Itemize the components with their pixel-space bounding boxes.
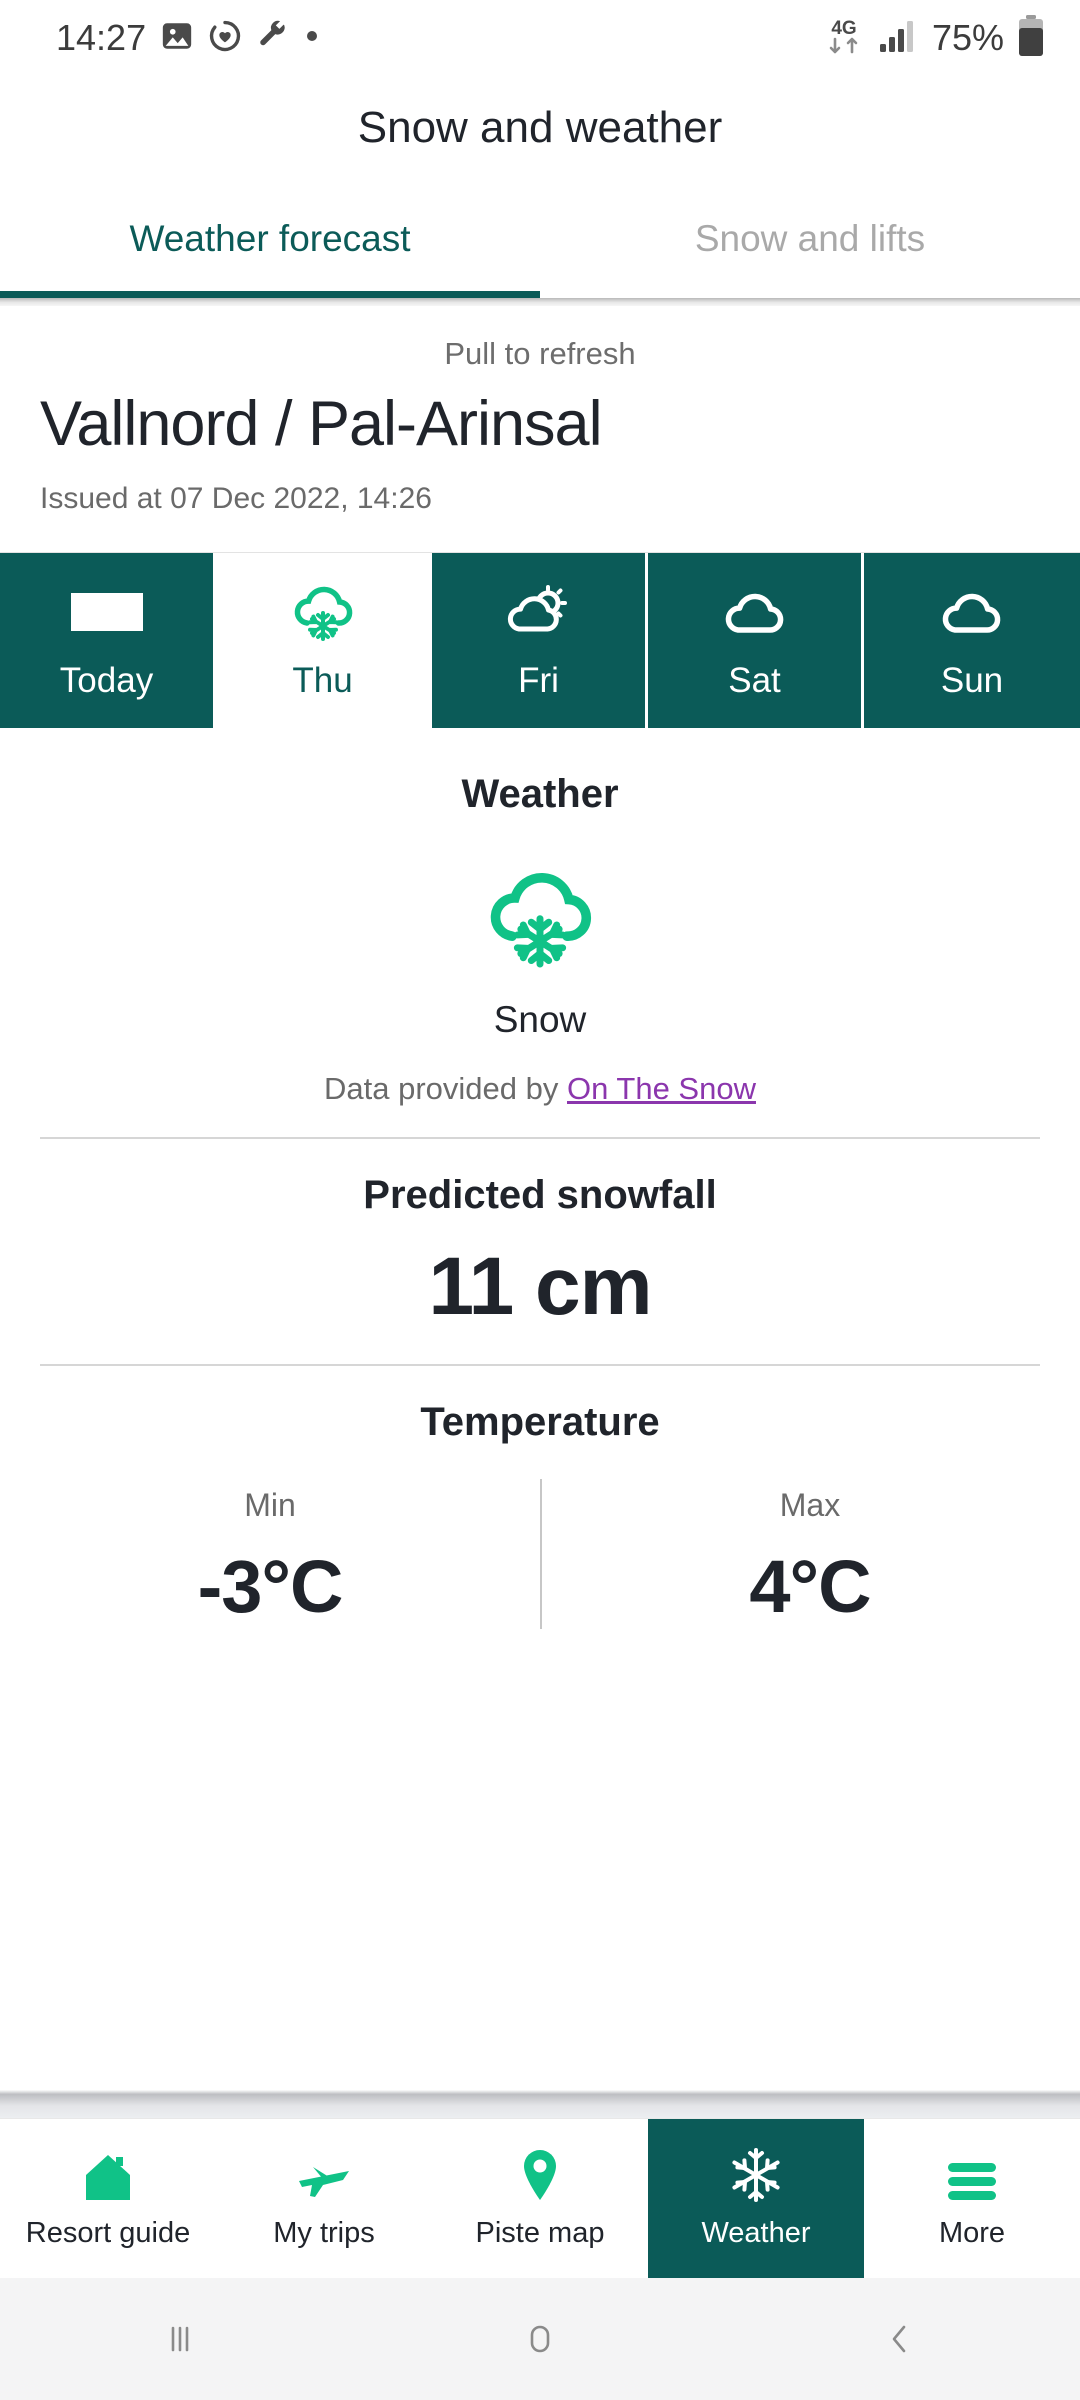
battery-icon [1016,14,1046,63]
content-bottom-shadow [0,2074,1080,2118]
svg-text:4G: 4G [831,18,856,39]
day-tab-fri[interactable]: Fri [432,553,648,728]
snowfall-value: 11 cm [428,1241,653,1332]
temperature-divider [540,1479,542,1629]
weather-heading: Weather [461,772,619,816]
nav-item-more[interactable]: More [864,2119,1080,2278]
image-icon [160,19,194,58]
house-icon [80,2147,136,2203]
day-tab-sun-label: Sun [940,660,1004,700]
data-attribution: Data provided by On The Snow [0,1071,1080,1107]
tab-weather-forecast-label: Weather forecast [129,218,411,259]
day-tab-sat-label: Sat [728,660,781,700]
issued-timestamp: Issued at 07 Dec 2022, 14:26 [40,482,432,515]
temperature-min: Min -3°C [0,1479,540,1699]
status-bar-right: 4G 75% [822,12,1046,65]
nav-item-piste-map-label: Piste map [475,2217,605,2249]
nav-item-weather[interactable]: Weather [648,2119,864,2278]
scroll-content[interactable]: Pull to refresh Vallnord / Pal-Arinsal I… [0,306,1080,2118]
home-icon[interactable] [465,2278,615,2400]
snow-cloud-icon [0,863,1080,971]
temperature-max-value: 4°C [749,1545,871,1628]
temperature-grid: Min -3°C Max 4°C [0,1479,1080,1699]
heart-refresh-icon [208,19,242,58]
day-tab-today[interactable]: Today [0,553,216,728]
system-navigation-bar [0,2278,1080,2400]
map-pin-icon [518,2147,562,2203]
hamburger-icon [944,2147,1000,2203]
nav-item-more-label: More [938,2217,1006,2249]
nav-item-resort-guide[interactable]: Resort guide [0,2119,216,2278]
status-bar-left: 14:27 [56,17,320,59]
temperature-section: Temperature Min -3°C Max 4°C [0,1366,1080,1699]
status-clock: 14:27 [56,17,147,58]
day-tab-fri-label: Fri [518,660,559,700]
bottom-navigation: Resort guide My trips Piste map Weather … [0,2118,1080,2278]
phone-screen: 14:27 4G 75% Snow and weather Weather fo… [0,0,1080,2400]
attribution-prefix: Data provided by [324,1071,567,1106]
snow-cloud-icon [290,581,356,643]
page-title: Snow and weather [357,103,723,152]
tab-weather-forecast[interactable]: Weather forecast [0,180,540,298]
placeholder-rect-icon [70,581,143,643]
tab-snow-and-lifts[interactable]: Snow and lifts [540,180,1080,298]
nav-item-piste-map[interactable]: Piste map [432,2119,648,2278]
temperature-max-label: Max [779,1487,841,1523]
snowflake-icon [729,2147,783,2203]
plane-icon [295,2147,353,2203]
nav-item-my-trips[interactable]: My trips [216,2119,432,2278]
day-tab-sat[interactable]: Sat [648,553,864,728]
day-selector: Today Thu Fri Sat Sun [0,552,1080,728]
temperature-max: Max 4°C [540,1479,1080,1699]
app-bar: Snow and weather [0,76,1080,180]
resort-name: Vallnord / Pal-Arinsal [40,389,603,459]
pull-to-refresh-label: Pull to refresh [444,336,636,371]
nav-item-resort-guide-label: Resort guide [25,2217,191,2249]
tab-snow-and-lifts-label: Snow and lifts [694,218,926,259]
tab-bar: Weather forecast Snow and lifts [0,180,1080,298]
on-the-snow-link[interactable]: On The Snow [567,1071,756,1106]
weather-condition-label: Snow [493,999,587,1040]
back-icon[interactable] [825,2278,975,2400]
wrench-icon [256,19,290,58]
day-tab-today-label: Today [59,660,154,700]
tab-bar-shadow [0,298,1080,306]
recents-icon[interactable] [105,2278,255,2400]
snowfall-section: Predicted snowfall 11 cm [0,1139,1080,1334]
snowfall-heading: Predicted snowfall [363,1173,717,1217]
day-tab-thu-label: Thu [292,660,353,700]
sun-cloud-icon [504,581,574,643]
temperature-min-label: Min [244,1487,296,1523]
signal-strength-icon [878,18,918,59]
dot-icon [304,28,320,49]
temperature-heading: Temperature [420,1400,660,1444]
day-tab-sun[interactable]: Sun [864,553,1080,728]
temperature-min-value: -3°C [197,1545,344,1628]
tab-active-indicator [0,291,540,298]
battery-percent-label: 75% [931,17,1004,58]
nav-item-my-trips-label: My trips [273,2217,375,2249]
nav-item-weather-label: Weather [701,2217,811,2249]
mobile-data-4g-icon: 4G [822,12,866,65]
weather-section: Weather Snow Data provided by On The Sno… [0,728,1080,1107]
cloud-icon [938,581,1006,643]
cloud-icon [721,581,789,643]
status-bar: 14:27 4G 75% [0,0,1080,76]
day-tab-thu[interactable]: Thu [216,553,432,728]
